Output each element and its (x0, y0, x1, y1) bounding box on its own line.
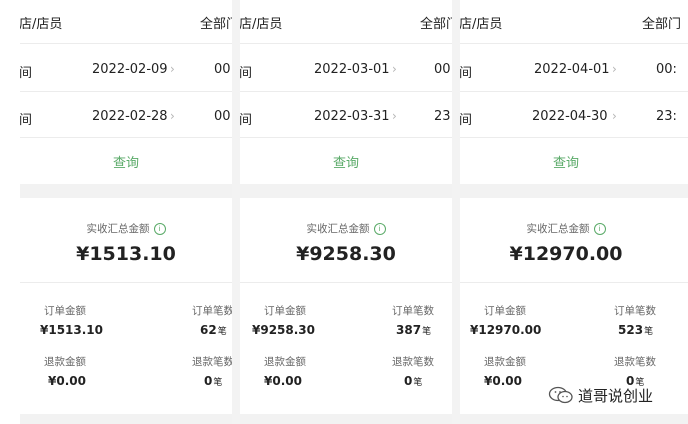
refund-count-label: 退款笔数 (192, 356, 232, 368)
store-filter-label: 门店/店员 (20, 17, 63, 32)
divider (240, 43, 452, 44)
order-amount-value: ¥12970.00 (470, 323, 542, 337)
divider (240, 91, 452, 92)
refund-amount-label: 退款金额 (484, 356, 526, 368)
order-amount-label: 订单金额 (484, 305, 526, 317)
start-time-value[interactable]: 00: (656, 62, 677, 77)
watermark: 道哥说创业 (548, 383, 653, 407)
order-amount-label: 订单金额 (44, 305, 86, 317)
refund-amount-label: 退款金额 (44, 356, 86, 368)
query-button[interactable]: 查询 (20, 152, 232, 171)
store-filter-value[interactable]: 全部门 (420, 13, 452, 32)
refund-amount-value: ¥0.00 (484, 374, 522, 388)
end-time-label: 时间 (240, 113, 253, 128)
end-time-value[interactable]: 23: (656, 109, 677, 124)
start-date-value[interactable]: 2022-03-01 (314, 62, 390, 77)
panel-content: 门店/店员 全部门 时间 2022-03-01 › 00 时间 2022-03-… (240, 0, 452, 424)
panel-content: 门店/店员 全部门 时间 2022-02-09 › 00: 时间 2022-02… (20, 0, 232, 424)
total-amount-value: ¥1513.10 (76, 243, 176, 265)
end-time-value[interactable]: 23 (434, 109, 451, 124)
order-count-value: 62笔 (200, 323, 227, 337)
end-date-value[interactable]: 2022-02-28 (92, 109, 168, 124)
query-button[interactable]: 查询 (240, 152, 452, 171)
section-separator (460, 414, 688, 424)
panel-content: 门店/店员 全部门 时间 2022-04-01 › 00: 时间 2022-04… (460, 0, 688, 424)
chevron-right-icon[interactable]: › (612, 62, 617, 76)
end-date-value[interactable]: 2022-03-31 (314, 109, 390, 124)
chevron-right-icon[interactable]: › (392, 62, 397, 76)
refund-count-value: 0笔 (404, 374, 423, 388)
summary-panel-march: 门店/店员 全部门 时间 2022-03-01 › 00 时间 2022-03-… (240, 0, 452, 424)
info-icon[interactable]: i (373, 223, 386, 235)
wechat-logo-icon (548, 386, 573, 404)
divider (20, 43, 232, 44)
divider (460, 282, 688, 283)
start-date-value[interactable]: 2022-02-09 (92, 62, 168, 77)
divider (240, 282, 452, 283)
section-separator (20, 414, 232, 424)
order-amount-value: ¥1513.10 (40, 323, 104, 337)
store-filter-label: 门店/店员 (240, 17, 283, 32)
divider (460, 91, 688, 92)
watermark-text: 道哥说创业 (578, 386, 654, 405)
total-amount-label: 实收汇总金额 i (460, 221, 672, 236)
divider (460, 137, 688, 138)
total-amount-value: ¥9258.30 (296, 243, 396, 265)
store-filter-value[interactable]: 全部门 (642, 13, 681, 32)
store-filter-value[interactable]: 全部门 (200, 13, 232, 32)
divider (20, 91, 232, 92)
query-button[interactable]: 查询 (460, 152, 672, 171)
order-amount-label: 订单金额 (264, 305, 306, 317)
start-time-value[interactable]: 00: (214, 62, 232, 77)
start-time-label: 时间 (240, 66, 253, 81)
start-time-label: 时间 (460, 66, 473, 81)
chevron-right-icon[interactable]: › (392, 109, 397, 123)
info-icon[interactable]: i (153, 223, 166, 235)
end-date-value[interactable]: 2022-04-30 (532, 109, 608, 124)
chevron-right-icon[interactable]: › (170, 62, 175, 76)
info-icon[interactable]: i (593, 223, 606, 235)
refund-count-label: 退款笔数 (614, 356, 656, 368)
refund-amount-value: ¥0.00 (48, 374, 86, 388)
total-amount-label: 实收汇总金额 i (240, 221, 452, 236)
start-time-label: 时间 (20, 66, 33, 81)
section-separator (20, 184, 232, 198)
divider (20, 137, 232, 138)
section-separator (240, 184, 452, 198)
chevron-right-icon[interactable]: › (612, 109, 617, 123)
end-time-label: 时间 (20, 113, 33, 128)
summary-panel-april: 门店/店员 全部门 时间 2022-04-01 › 00: 时间 2022-04… (460, 0, 688, 424)
start-date-value[interactable]: 2022-04-01 (534, 62, 610, 77)
divider (20, 282, 232, 283)
refund-count-value: 0笔 (204, 374, 223, 388)
end-time-label: 时间 (460, 113, 473, 128)
order-count-label: 订单笔数 (614, 305, 656, 317)
refund-amount-label: 退款金额 (264, 356, 306, 368)
summary-panel-february: 门店/店员 全部门 时间 2022-02-09 › 00: 时间 2022-02… (20, 0, 232, 424)
section-separator (240, 414, 452, 424)
order-amount-value: ¥9258.30 (252, 323, 316, 337)
refund-amount-value: ¥0.00 (264, 374, 302, 388)
end-time-value[interactable]: 00: (214, 109, 232, 124)
divider (460, 43, 688, 44)
total-amount-label: 实收汇总金额 i (20, 221, 232, 236)
order-count-label: 订单笔数 (392, 305, 434, 317)
start-time-value[interactable]: 00 (434, 62, 451, 77)
order-count-value: 387笔 (396, 323, 432, 337)
total-amount-value: ¥12970.00 (509, 243, 623, 265)
chevron-right-icon[interactable]: › (170, 109, 175, 123)
order-count-value: 523笔 (618, 323, 654, 337)
order-count-label: 订单笔数 (192, 305, 232, 317)
store-filter-label: 门店/店员 (460, 17, 503, 32)
divider (240, 137, 452, 138)
refund-count-label: 退款笔数 (392, 356, 434, 368)
section-separator (460, 184, 688, 198)
